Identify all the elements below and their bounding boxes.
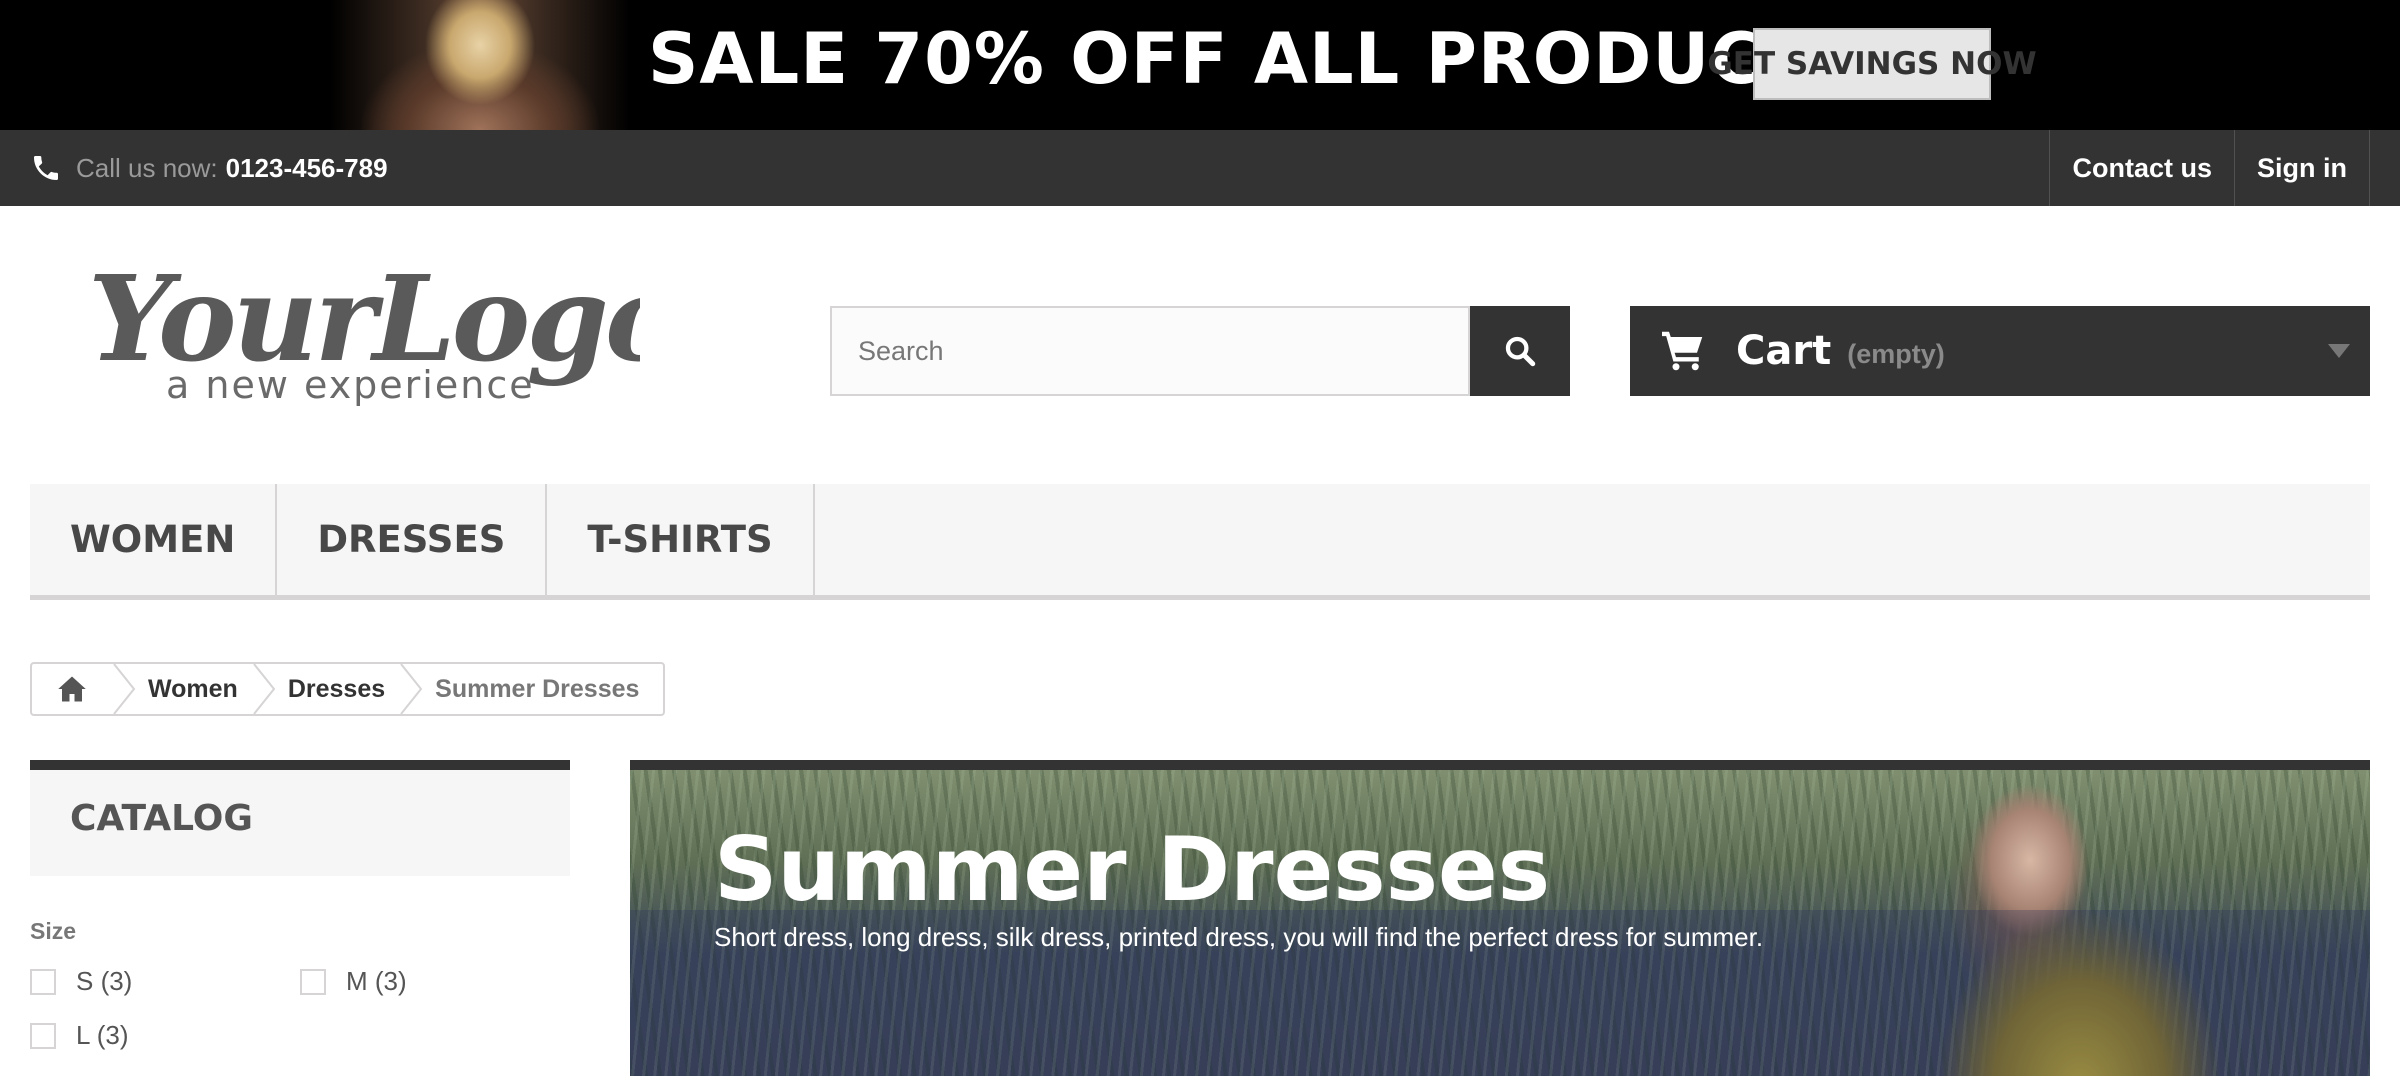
chevron-down-icon xyxy=(2328,344,2350,358)
catalog-title: CATALOG xyxy=(70,798,253,839)
top-links: Contact us Sign in xyxy=(2049,130,2370,206)
call-us: Call us now: 0123-456-789 xyxy=(30,130,388,206)
breadcrumb-item-women[interactable]: Women xyxy=(112,664,252,714)
breadcrumb: Women Dresses Summer Dresses xyxy=(30,662,666,716)
promo-banner[interactable]: SALE 70% OFF ALL PRODUCTS GET SAVINGS NO… xyxy=(0,0,2400,130)
breadcrumb-separator-icon xyxy=(253,664,276,714)
size-m-checkbox[interactable] xyxy=(300,968,326,995)
breadcrumb-item-dresses[interactable]: Dresses xyxy=(252,664,399,714)
size-s-checkbox[interactable] xyxy=(30,968,56,995)
contact-us-link[interactable]: Contact us xyxy=(2049,130,2234,206)
category-banner-image: Summer Dresses Short dress, long dress, … xyxy=(630,770,2370,1076)
main-menu: WOMEN DRESSES T-SHIRTS xyxy=(30,484,2370,600)
search-input[interactable] xyxy=(830,306,1470,396)
breadcrumb-label: Dresses xyxy=(287,674,386,703)
promo-model-image xyxy=(330,0,630,130)
sign-in-link[interactable]: Sign in xyxy=(2234,130,2370,206)
breadcrumb-item-current: Summer Dresses xyxy=(399,664,663,714)
cart-status: (empty) xyxy=(1847,338,1945,369)
search-icon xyxy=(1505,336,1536,367)
cart-icon xyxy=(1662,331,1703,371)
top-bar: Call us now: 0123-456-789 Contact us Sig… xyxy=(0,130,2400,206)
search-button[interactable] xyxy=(1470,306,1570,396)
phone-number: 0123-456-789 xyxy=(225,152,388,183)
category-banner: Summer Dresses Short dress, long dress, … xyxy=(630,760,2370,1076)
size-option-l[interactable]: L (3) xyxy=(30,1020,129,1051)
search-bar xyxy=(830,306,1570,396)
size-option-m[interactable]: M (3) xyxy=(300,966,407,997)
get-savings-button[interactable]: GET SAVINGS NOW xyxy=(1707,28,2037,100)
size-option-s[interactable]: S (3) xyxy=(30,966,132,997)
catalog-block-header: CATALOG xyxy=(30,760,570,876)
size-option-label: M (3) xyxy=(346,966,407,996)
size-l-checkbox[interactable] xyxy=(30,1022,56,1049)
home-icon xyxy=(58,676,86,702)
menu-item-women[interactable]: WOMEN xyxy=(30,484,278,595)
phone-icon xyxy=(34,156,58,180)
breadcrumb-separator-icon xyxy=(400,664,423,714)
menu-item-t-shirts[interactable]: T-SHIRTS xyxy=(547,484,815,595)
size-filter-label: Size xyxy=(30,918,77,944)
call-label: Call us now: xyxy=(76,152,218,183)
cart-button[interactable]: Cart (empty) xyxy=(1630,306,2370,396)
breadcrumb-separator-icon xyxy=(113,664,136,714)
size-option-label: S (3) xyxy=(76,966,133,996)
cart-label: Cart xyxy=(1736,328,1832,374)
category-title: Summer Dresses xyxy=(714,818,1551,921)
breadcrumb-home[interactable] xyxy=(32,664,112,714)
logo-tagline: a new experience xyxy=(166,363,535,407)
promo-text: SALE 70% OFF ALL PRODUCTS xyxy=(648,18,1863,100)
site-logo[interactable]: YourLogo a new experience xyxy=(80,250,640,410)
category-description: Short dress, long dress, silk dress, pri… xyxy=(714,922,1764,952)
breadcrumb-label: Women xyxy=(148,674,238,703)
menu-item-dresses[interactable]: DRESSES xyxy=(277,484,548,595)
breadcrumb-label: Summer Dresses xyxy=(435,674,640,703)
size-option-label: L (3) xyxy=(76,1020,129,1050)
